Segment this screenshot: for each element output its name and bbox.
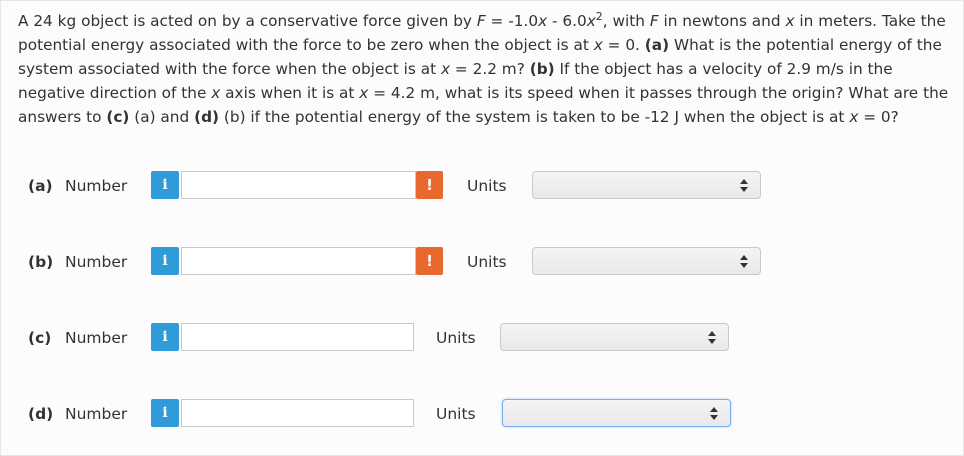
equation-after: , with [602,12,645,30]
warning-icon: ! [416,171,443,199]
units-select-c[interactable] [500,323,729,351]
info-icon[interactable]: i [151,171,179,199]
number-input-a[interactable] [181,171,416,199]
number-input-c[interactable] [181,323,414,351]
part-label: (a) [28,177,53,195]
part-a-label: (a) [644,36,670,54]
warning-icon: ! [416,247,443,275]
part-label: (c) [28,329,52,347]
part-d-text: (b) if the potential energy of the syste… [219,108,845,126]
condition-zero: = 0. [602,36,640,54]
var-x: x [538,12,548,30]
problem-intro: A 24 kg object is acted on by a conserva… [18,12,472,30]
number-label: Number [65,253,128,271]
units-label: Units [436,329,476,347]
problem-text: A 24 kg object is acted on by a conserva… [18,9,958,129]
equation-mid: - 6.0 [547,12,587,30]
units-text: in newtons and [658,12,781,30]
part-c-text: (a) and [129,108,190,126]
number-label: Number [65,329,128,347]
part-c-label: (c) [106,108,130,126]
number-label: Number [65,177,128,195]
select-arrows-icon [710,407,718,421]
units-label: Units [467,253,507,271]
select-arrows-icon [740,255,748,269]
units-label: Units [436,405,476,423]
select-arrows-icon [708,331,716,345]
var-x: x [785,12,795,30]
var-F: F [476,12,486,30]
part-b-label: (b) [529,60,555,78]
answer-row-d: (d) Number i Units [1,396,964,430]
info-icon[interactable]: i [151,247,179,275]
question-card: A 24 kg object is acted on by a conserva… [0,0,964,456]
exponent: 2 [595,9,603,23]
answer-row-c: (c) Number i Units [1,320,964,354]
part-b-text-2: axis when it is at [220,84,355,102]
answer-row-a: (a) Number i ! Units [1,168,964,202]
units-select-b[interactable] [532,247,761,275]
info-icon[interactable]: i [151,323,179,351]
var-F: F [649,12,659,30]
var-x: x [211,84,221,102]
units-select-a[interactable] [532,171,761,199]
var-x: x [586,12,596,30]
units-select-d[interactable] [502,399,731,427]
number-label: Number [65,405,128,423]
select-arrows-icon [740,179,748,193]
part-d-condition: = 0? [858,108,899,126]
var-x: x [441,60,451,78]
var-x: x [593,36,603,54]
equation-lhs: = -1.0 [485,12,539,30]
number-input-b[interactable] [181,247,416,275]
part-label: (d) [28,405,54,423]
part-label: (b) [28,253,54,271]
answer-row-b: (b) Number i ! Units [1,244,964,278]
number-input-d[interactable] [181,399,414,427]
units-label: Units [467,177,507,195]
info-icon[interactable]: i [151,399,179,427]
part-a-condition: = 2.2 m? [450,60,525,78]
var-x: x [359,84,369,102]
part-d-label: (d) [194,108,220,126]
